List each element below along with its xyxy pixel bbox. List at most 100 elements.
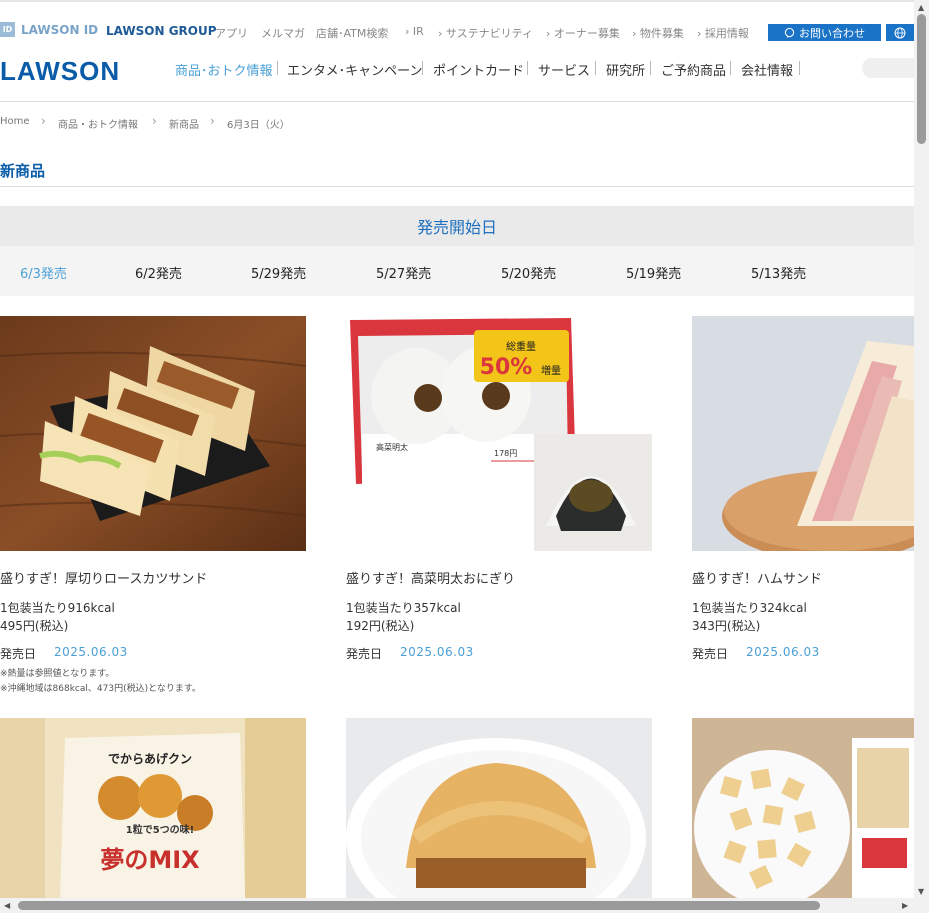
speech-bubble-icon — [784, 27, 795, 38]
title-divider — [0, 186, 914, 187]
package-text: 夢のMIX — [100, 846, 200, 874]
product-card[interactable] — [692, 718, 914, 898]
globe-icon — [894, 27, 906, 38]
product-card[interactable]: 総重量 50% 増量 高菜明太 178円 盛りすぎ！高菜明太おにぎり 1包装当た… — [346, 316, 652, 676]
product-image[interactable]: 総重量 50% 増量 高菜明太 178円 — [346, 316, 652, 551]
date-tabs: 6/3発売 6/2発売 5/29発売 5/27発売 5/20発売 5/19発売 … — [0, 246, 914, 296]
util-link-sustainability-label: サステナビリティ — [445, 27, 534, 40]
product-card[interactable]: 盛りすぎ！ハムサンド 1包装当たり324kcal 343円(税込) 発売日 20… — [692, 316, 914, 676]
util-link-ir[interactable]: › IR — [405, 25, 424, 38]
breadcrumb-current: 6月3日（火） — [227, 120, 290, 131]
tab-5-19[interactable]: 5/19発売 — [626, 263, 681, 282]
util-link-store-search[interactable]: 店舗･ATM検索 — [316, 25, 388, 41]
lawson-id-link[interactable]: ID LAWSON ID — [0, 22, 98, 37]
package-text: 高菜明太 — [376, 442, 408, 452]
nav-divider — [595, 61, 596, 75]
product-image[interactable]: でからあげクン 1粒で5つの味! 夢のMIX — [0, 718, 306, 898]
nav-service[interactable]: サービス — [538, 60, 590, 79]
tab-5-27[interactable]: 5/27発売 — [376, 263, 431, 282]
util-link-sustainability[interactable]: › サステナビリティ — [438, 25, 533, 41]
util-link-mailmag[interactable]: メルマガ — [261, 25, 305, 41]
tab-5-13[interactable]: 5/13発売 — [751, 263, 806, 282]
language-button[interactable] — [886, 24, 914, 41]
nav-point-card[interactable]: ポイントカード — [433, 60, 524, 79]
horizontal-scroll-thumb[interactable] — [18, 901, 820, 910]
product-price: 343円(税込) — [692, 619, 761, 633]
nav-products[interactable]: 商品･おトク情報 — [175, 60, 273, 79]
product-image[interactable] — [346, 718, 652, 898]
lawson-logo[interactable]: LAWSON — [0, 56, 120, 87]
product-price: 495円(税込) — [0, 619, 69, 633]
util-link-property-label: 物件募集 — [639, 27, 684, 40]
util-link-ir-label: IR — [412, 25, 424, 38]
product-calories: 1包装当たり357kcal — [346, 601, 461, 615]
tab-6-3[interactable]: 6/3発売 — [20, 263, 67, 282]
nav-entertainment[interactable]: エンタメ･キャンペーン — [287, 60, 422, 79]
scroll-down-icon[interactable]: ▼ — [918, 887, 924, 896]
chevron-right-icon: › — [152, 114, 157, 128]
lawson-id-icon: ID — [0, 22, 15, 37]
breadcrumb-new-products[interactable]: 新商品 — [169, 116, 199, 131]
product-name[interactable]: 盛りすぎ！高菜明太おにぎり — [346, 568, 515, 587]
search-input[interactable] — [862, 58, 914, 78]
date-section-title: 発売開始日 — [0, 206, 914, 246]
nav-divider — [422, 61, 423, 75]
product-image[interactable] — [0, 316, 306, 551]
package-text: でからあげクン — [108, 751, 192, 766]
release-date-label: 発売日 — [346, 647, 383, 661]
contact-label: お問い合わせ — [799, 26, 865, 40]
chevron-right-icon: › — [41, 114, 46, 128]
page-title: 新商品 — [0, 162, 46, 180]
release-date: 2025.06.03 — [746, 645, 820, 659]
release-date: 2025.06.03 — [54, 645, 128, 659]
scroll-right-icon[interactable]: ▶ — [902, 901, 908, 910]
scroll-left-icon[interactable]: ◀ — [4, 901, 10, 910]
nav-company[interactable]: 会社情報 — [741, 60, 793, 79]
product-calories: 1包装当たり916kcal — [0, 601, 115, 615]
nav-reservation[interactable]: ご予約商品 — [661, 60, 726, 79]
product-name[interactable]: 盛りすぎ！厚切りロースカツサンド — [0, 568, 207, 587]
util-link-app[interactable]: アプリ — [215, 25, 248, 41]
vertical-scroll-thumb[interactable] — [917, 14, 926, 144]
product-name[interactable]: 盛りすぎ！ハムサンド — [692, 568, 822, 587]
tab-5-29[interactable]: 5/29発売 — [251, 263, 306, 282]
product-image[interactable] — [692, 316, 914, 551]
product-card[interactable]: 盛りすぎ！厚切りロースカツサンド 1包装当たり916kcal 495円(税込) … — [0, 316, 306, 696]
header-divider — [0, 101, 914, 102]
release-date: 2025.06.03 — [400, 645, 474, 659]
product-card[interactable]: でからあげクン 1粒で5つの味! 夢のMIX — [0, 718, 306, 898]
breadcrumb-products[interactable]: 商品・おトク情報 — [58, 116, 138, 131]
breadcrumb-home[interactable]: Home — [0, 116, 30, 127]
product-price: 192円(税込) — [346, 619, 415, 633]
release-date-label: 発売日 — [692, 647, 729, 661]
release-date-label: 発売日 — [0, 647, 37, 661]
package-text: 1粒で5つの味! — [126, 823, 194, 836]
package-text: 増量 — [541, 364, 561, 377]
product-note: ※熱量は参照値となります。 — [0, 669, 115, 679]
nav-lab[interactable]: 研究所 — [606, 60, 645, 79]
util-link-recruit[interactable]: › 採用情報 — [697, 25, 749, 41]
util-link-owner[interactable]: › オーナー募集 — [546, 25, 620, 41]
product-card[interactable] — [346, 718, 652, 898]
utility-bar: ID LAWSON ID LAWSON GROUP アプリ メルマガ 店舗･AT… — [0, 0, 914, 46]
tab-5-20[interactable]: 5/20発売 — [501, 263, 556, 282]
nav-divider — [799, 61, 800, 75]
package-text: 総重量 — [506, 340, 536, 353]
util-link-owner-label: オーナー募集 — [553, 27, 620, 40]
package-text: 178円 — [494, 449, 517, 458]
product-image[interactable] — [692, 718, 914, 898]
contact-button[interactable]: お問い合わせ — [768, 24, 881, 41]
tab-6-2[interactable]: 6/2発売 — [135, 263, 182, 282]
scroll-up-icon[interactable]: ▲ — [918, 3, 924, 12]
nav-divider — [277, 61, 278, 75]
lawson-group-link[interactable]: LAWSON GROUP — [106, 24, 217, 38]
chevron-right-icon: › — [210, 114, 215, 128]
lawson-id-label: LAWSON ID — [21, 22, 99, 37]
package-text: 50% — [480, 355, 533, 380]
product-calories: 1包装当たり324kcal — [692, 601, 807, 615]
util-link-property[interactable]: › 物件募集 — [632, 25, 684, 41]
nav-divider — [650, 61, 651, 75]
util-link-recruit-label: 採用情報 — [704, 27, 749, 40]
nav-divider — [527, 61, 528, 75]
nav-divider — [730, 61, 731, 75]
